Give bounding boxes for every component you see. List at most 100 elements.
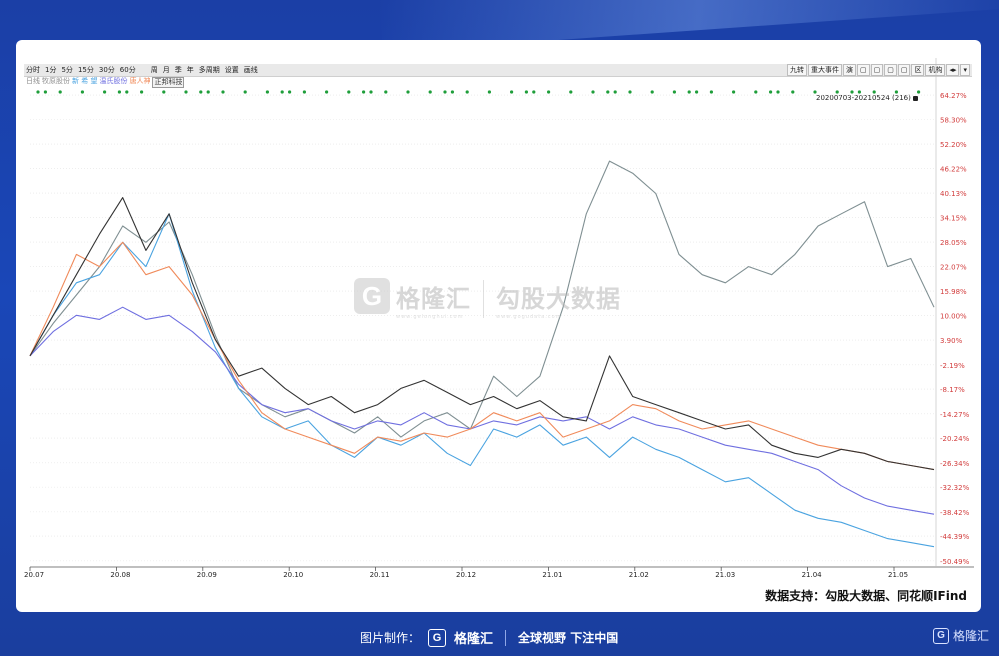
footer-slogan: 全球视野 下注中国 (518, 631, 619, 645)
watermark-divider (483, 280, 484, 318)
signal-dot (591, 90, 595, 94)
signal-dot (184, 90, 188, 94)
signal-dot (613, 90, 617, 94)
y-tick-label: -32.32% (940, 484, 970, 492)
y-tick-label: -26.34% (940, 460, 970, 468)
signal-dot (140, 90, 144, 94)
signal-dot (450, 90, 454, 94)
signal-dot (532, 90, 536, 94)
series-line (29, 197, 935, 471)
footer-credit: 图片制作： G 格隆汇 全球视野 下注中国 (360, 628, 618, 647)
signal-dot (857, 90, 862, 94)
y-tick-label: 52.20% (940, 141, 967, 149)
y-tick-label: 28.05% (940, 239, 967, 247)
y-tick-label: -14.27% (940, 411, 970, 419)
signal-dot (754, 90, 758, 94)
x-tick-label: 20.10 (283, 571, 303, 579)
x-tick-label: 20.12 (456, 571, 476, 579)
signal-dot (850, 90, 854, 94)
signal-dot (58, 90, 62, 94)
signal-dot (325, 90, 329, 94)
signal-dot (487, 90, 491, 94)
signal-dot (206, 90, 210, 94)
signal-dot (776, 90, 780, 94)
signal-dot (813, 90, 817, 94)
watermark-brand-url: www.gelonghui.com (396, 314, 464, 320)
signal-dot (569, 90, 573, 94)
x-tick-label: 20.08 (110, 571, 130, 579)
signal-dot (162, 90, 166, 94)
header-decoration (0, 0, 999, 40)
signal-dot (672, 90, 677, 94)
x-tick-label: 21.04 (802, 571, 823, 579)
watermark-product-url: www.gogudata.com (496, 313, 562, 320)
signal-dot (80, 90, 84, 94)
footer-bar: 图片制作： G 格隆汇 全球视野 下注中国 G 格隆汇 (0, 620, 999, 656)
y-tick-label: 58.30% (940, 116, 967, 124)
signal-dot (769, 90, 773, 94)
x-tick-label: 20.07 (24, 571, 44, 579)
signal-dot (43, 90, 47, 94)
signal-dot (125, 90, 129, 94)
watermark: G 格隆汇 www.gelonghui.com 勾股大数据 www.goguda… (354, 278, 621, 320)
watermark-product: 勾股大数据 www.gogudata.com (496, 279, 621, 320)
signal-dot (650, 90, 654, 94)
signal-dot (406, 90, 410, 94)
signal-dot (524, 90, 528, 94)
chart-card: 分时 1分 5分 15分 30分 60分周月季年多周期 设置 画线 九转 重大事件演 ▢ ▢ ▢ ▢ 区机… (16, 40, 981, 612)
x-tick-label: 21.03 (715, 571, 735, 579)
signal-dot (709, 90, 714, 94)
x-tick-label: 21.02 (629, 571, 649, 579)
data-source: 数据支持：勾股大数据、同花顺IFind (765, 589, 967, 603)
footer-logo-icon: G (428, 628, 447, 647)
signal-dot (465, 90, 469, 94)
y-tick-label: 46.22% (940, 165, 967, 173)
y-tick-label: -44.39% (940, 533, 970, 541)
signal-dot (732, 90, 736, 94)
y-tick-label: -50.49% (940, 558, 970, 566)
signal-dot (606, 90, 610, 94)
signal-dot (369, 90, 373, 94)
signal-dot (695, 90, 699, 94)
y-tick-label: 64.27% (940, 92, 967, 100)
signal-dot (547, 90, 551, 94)
watermark-product-text: 勾股大数据 (496, 284, 621, 313)
signal-dot (36, 90, 40, 94)
corner-logo-icon: G (932, 627, 949, 644)
signal-dot (280, 90, 284, 94)
signal-dot (384, 90, 388, 94)
x-tick-label: 20.11 (370, 571, 390, 579)
signal-dot (428, 90, 432, 94)
x-tick-label: 20.09 (197, 571, 217, 579)
signal-dot (362, 90, 366, 94)
y-tick-label: 34.15% (940, 214, 967, 222)
signal-dot (347, 90, 351, 94)
y-tick-label: -20.24% (940, 435, 970, 443)
watermark-brand: G 格隆汇 www.gelonghui.com (354, 278, 471, 320)
series-line (29, 306, 935, 515)
signal-dot (443, 90, 447, 94)
y-tick-label: 15.98% (940, 288, 967, 296)
signal-dot (117, 90, 121, 94)
watermark-brand-text: 格隆汇 (396, 284, 471, 313)
signal-dot (221, 90, 225, 94)
y-tick-label: 10.00% (940, 312, 967, 320)
y-tick-label: 3.90% (940, 337, 963, 345)
corner-brand: 格隆汇 (952, 629, 989, 643)
y-tick-label: 40.13% (940, 190, 967, 198)
watermark-logo-icon: G (354, 278, 390, 314)
signal-dot (510, 90, 514, 94)
signal-dot (872, 90, 876, 94)
footer-brand: 格隆汇 (454, 632, 494, 647)
series-line (29, 213, 935, 548)
signal-dot (288, 90, 292, 94)
corner-logo: G 格隆汇 (932, 627, 989, 644)
signal-dot (103, 90, 107, 94)
signal-dot (917, 90, 921, 94)
footer-divider (505, 629, 507, 646)
y-tick-label: -8.17% (940, 386, 965, 394)
footer-made-by: 图片制作： (360, 631, 421, 645)
signal-dot (265, 90, 269, 94)
signal-dot (835, 90, 839, 94)
y-tick-label: -2.19% (940, 362, 965, 370)
